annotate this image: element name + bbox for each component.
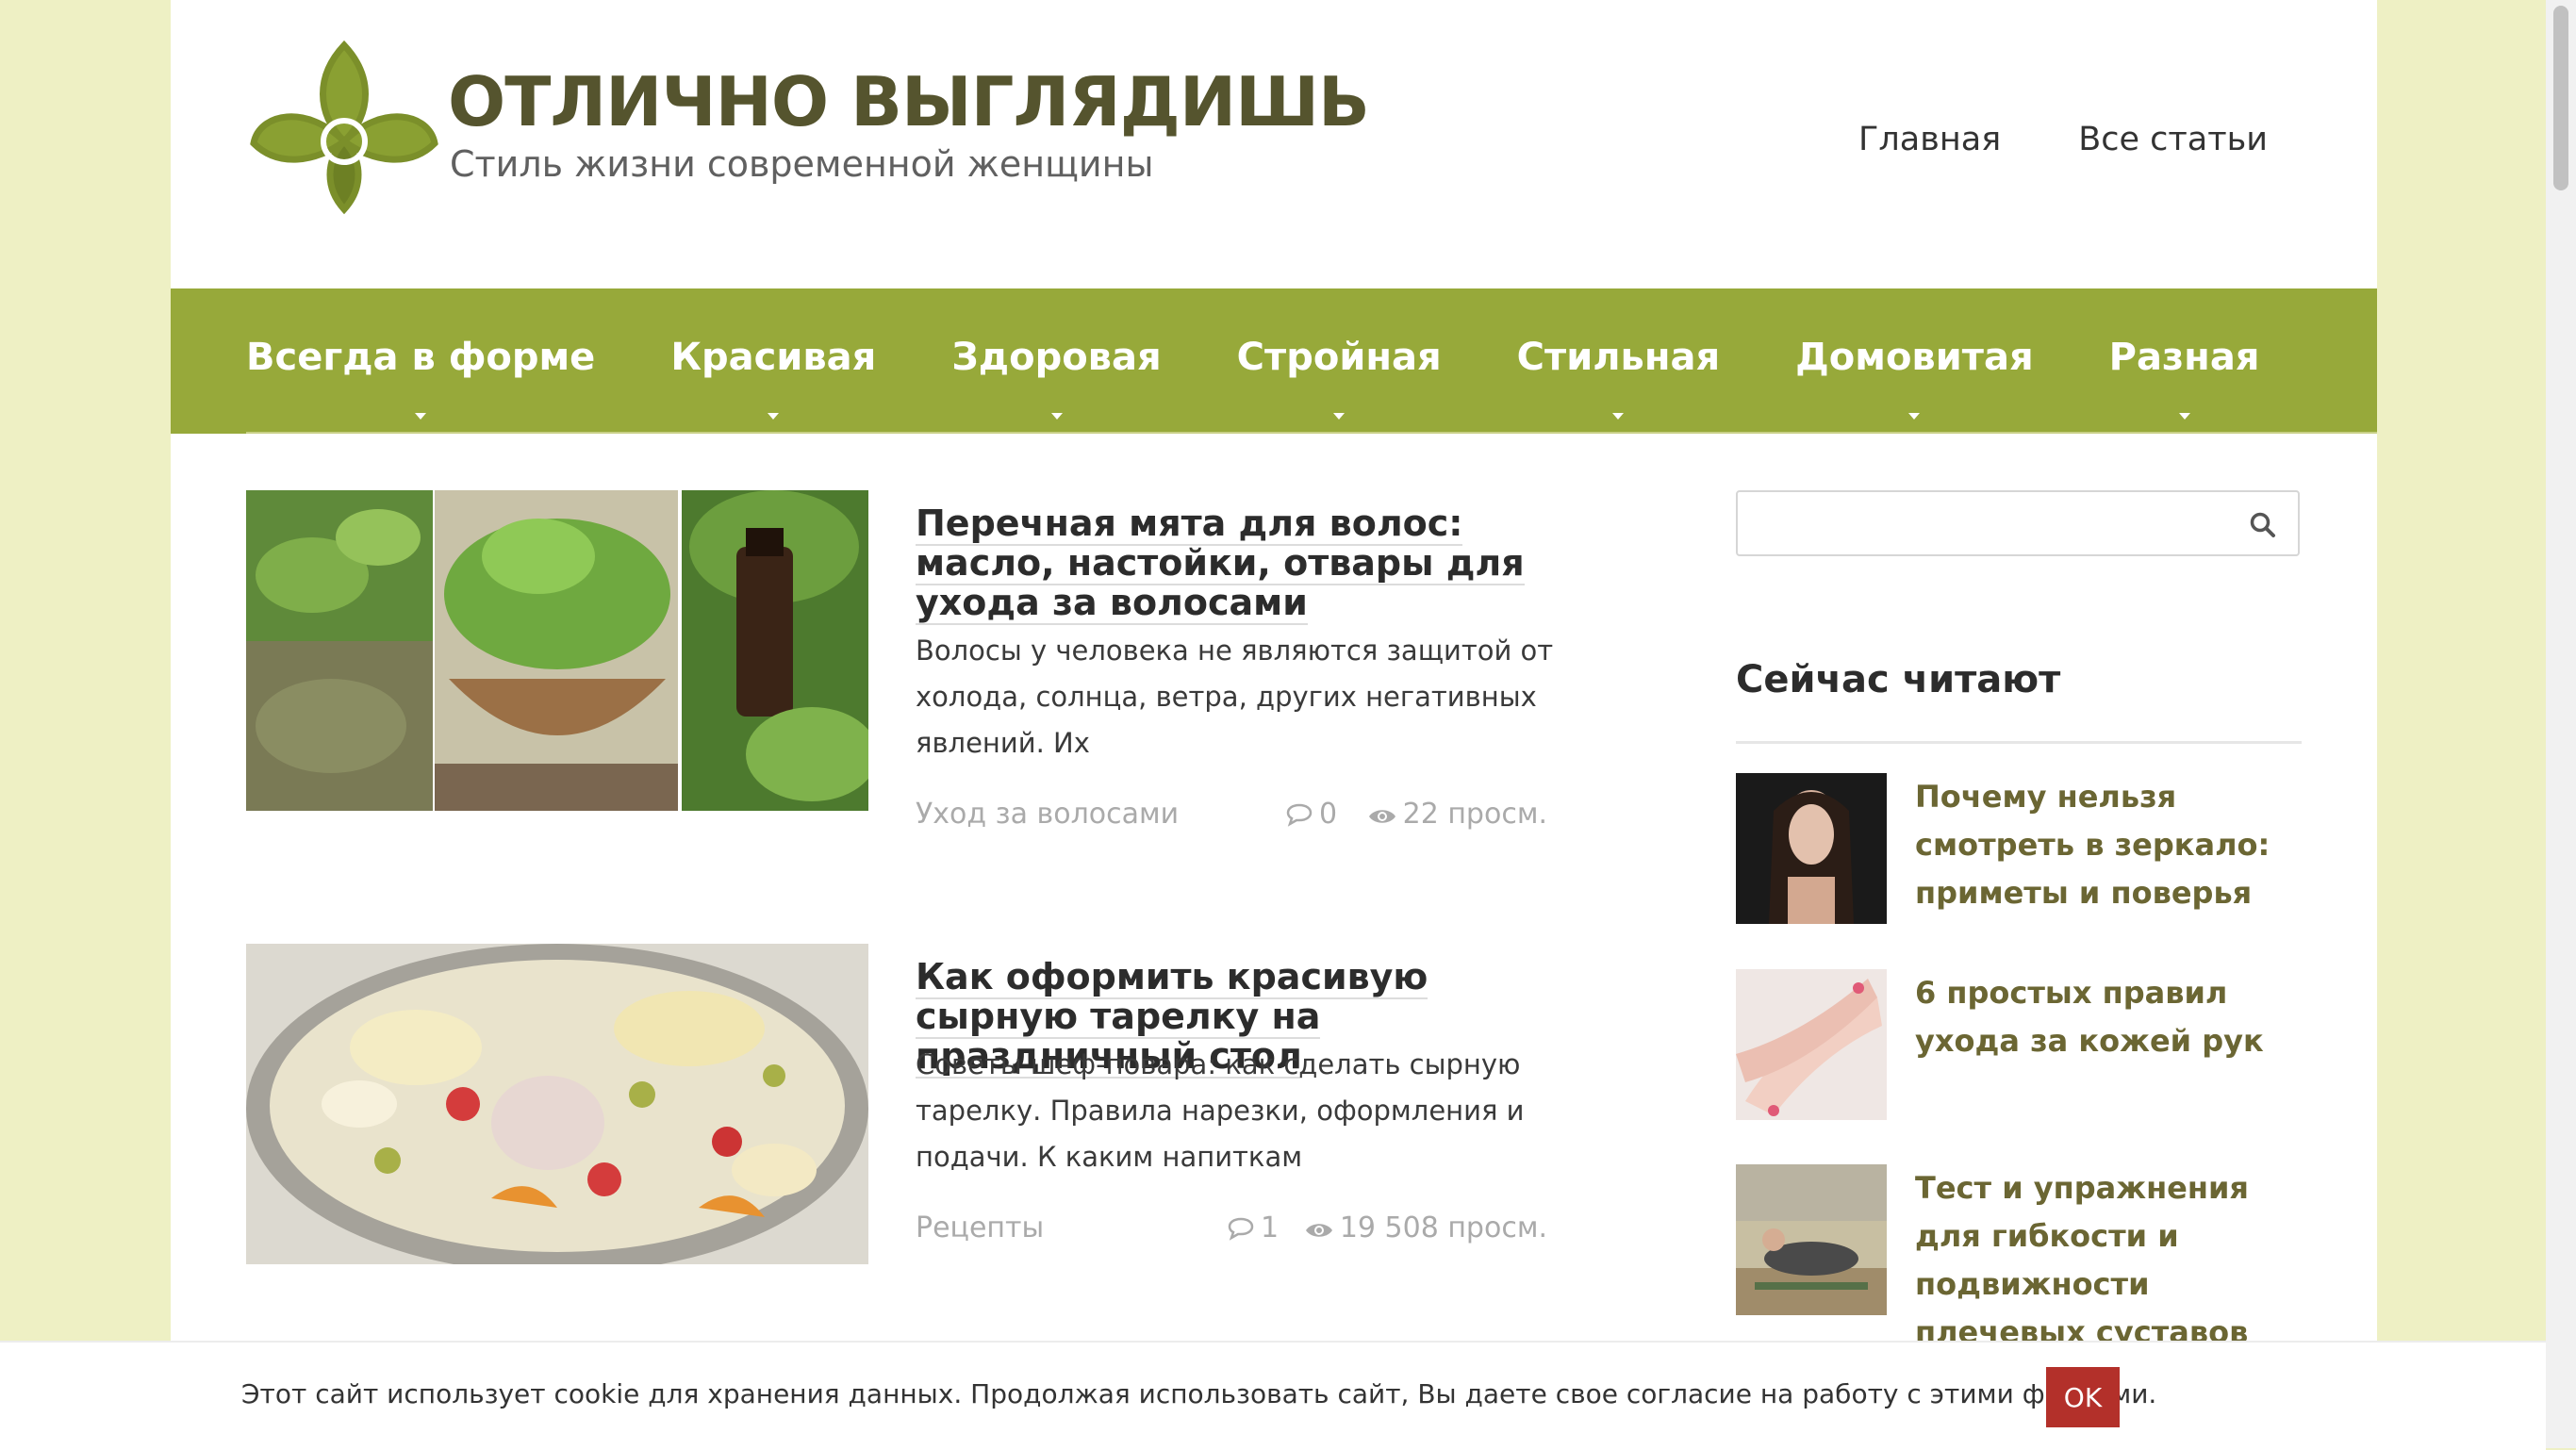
- menu-item-label: Разная: [2108, 336, 2260, 379]
- article-thumbnail-cheese[interactable]: [246, 944, 868, 1264]
- nav-home-link[interactable]: Главная: [1858, 121, 2001, 158]
- eye-icon: [1305, 1224, 1332, 1237]
- nav-all-articles-link[interactable]: Все статьи: [2078, 121, 2268, 158]
- caret-down-icon: [768, 413, 780, 420]
- views-count-value: 19 508 просм.: [1339, 1211, 1547, 1244]
- article-excerpt: Волосы у человека не являются защитой от…: [916, 634, 1554, 759]
- cookie-banner: Этот сайт использует cookie для хранения…: [0, 1341, 2546, 1450]
- eye-icon: [1368, 810, 1395, 823]
- menu-item-label: Стильная: [1516, 336, 1721, 379]
- sidebar-post-link[interactable]: Почему нельзя смотреть в зеркало: примет…: [1915, 773, 2311, 917]
- search-box: [1736, 490, 2300, 556]
- caret-down-icon: [1050, 413, 1063, 420]
- sidebar-post-thumbnail[interactable]: [1736, 773, 1887, 924]
- article-excerpt: Советы шеф-повара: как сделать сырную та…: [916, 1048, 1525, 1173]
- page: ОТЛИЧНО ВЫГЛЯДИШЬ Стиль жизни современно…: [171, 0, 2377, 1448]
- caret-down-icon: [2178, 413, 2190, 420]
- sidebar-post-thumbnail[interactable]: [1736, 1164, 1887, 1315]
- main-menu: Всегда в форме Красивая Здоровая Стройна…: [171, 288, 2377, 434]
- sidebar-post-link[interactable]: 6 простых правил ухода за кожей рук: [1915, 969, 2311, 1065]
- search-icon[interactable]: [2249, 511, 2277, 543]
- menu-item-stylish[interactable]: Стильная: [1479, 288, 1758, 434]
- comments-count: 1: [1227, 1211, 1279, 1244]
- menu-item-always-in-shape[interactable]: Всегда в форме: [246, 288, 633, 434]
- comments-count: 0: [1285, 798, 1337, 831]
- caret-down-icon: [1612, 413, 1625, 420]
- article-thumbnail-mint[interactable]: [246, 490, 868, 811]
- menu-item-label: Всегда в форме: [246, 336, 596, 379]
- top-nav: Главная Все статьи: [1858, 121, 2268, 158]
- site-subtitle: Стиль жизни современной женщины: [450, 143, 1154, 185]
- menu-item-beautiful[interactable]: Красивая: [633, 288, 914, 434]
- menu-underline: [246, 432, 2377, 434]
- article-category-link[interactable]: Уход за волосами: [916, 798, 1179, 831]
- menu-item-label: Здоровая: [951, 336, 1162, 379]
- sidebar-post-link[interactable]: Тест и упражнения для гибкости и подвижн…: [1915, 1164, 2311, 1357]
- menu-item-homely[interactable]: Домовитая: [1758, 288, 2071, 434]
- article-category-link[interactable]: Рецепты: [916, 1211, 1044, 1244]
- site-title: ОТЛИЧНО ВЫГЛЯДИШЬ: [448, 62, 1370, 141]
- scrollbar[interactable]: [2546, 0, 2576, 1448]
- site-logo[interactable]: ОТЛИЧНО ВЫГЛЯДИШЬ Стиль жизни современно…: [250, 38, 1370, 217]
- sidebar-post-thumbnail[interactable]: [1736, 969, 1887, 1120]
- scrollbar-thumb[interactable]: [2553, 6, 2568, 190]
- caret-down-icon: [415, 413, 427, 420]
- menu-item-healthy[interactable]: Здоровая: [914, 288, 1198, 434]
- views-count: 19 508 просм.: [1304, 1211, 1547, 1244]
- menu-item-various[interactable]: Разная: [2072, 288, 2298, 434]
- caret-down-icon: [1333, 413, 1346, 420]
- comment-bubble-icon: [1286, 803, 1313, 827]
- menu-item-label: Стройная: [1236, 336, 1442, 379]
- cookie-ok-button[interactable]: OK: [2046, 1367, 2120, 1427]
- sidebar-heading: Сейчас читают: [1736, 658, 2061, 701]
- cookie-text: Этот сайт использует cookie для хранения…: [241, 1378, 2157, 1409]
- menu-item-label: Домовитая: [1795, 336, 2034, 379]
- search-input[interactable]: [1747, 500, 2222, 549]
- menu-item-slim[interactable]: Стройная: [1199, 288, 1479, 434]
- comments-count-value: 1: [1261, 1211, 1280, 1244]
- views-count: 22 просм.: [1367, 798, 1547, 831]
- comment-bubble-icon: [1228, 1217, 1254, 1241]
- comments-count-value: 0: [1319, 798, 1338, 831]
- sidebar-divider: [1736, 741, 2302, 744]
- article-title[interactable]: Перечная мята для волос: масло, настойки…: [916, 503, 1557, 625]
- menu-item-label: Красивая: [670, 336, 877, 379]
- views-count-value: 22 просм.: [1402, 798, 1547, 831]
- leaf-logo-icon: [250, 40, 438, 215]
- caret-down-icon: [1908, 413, 1921, 420]
